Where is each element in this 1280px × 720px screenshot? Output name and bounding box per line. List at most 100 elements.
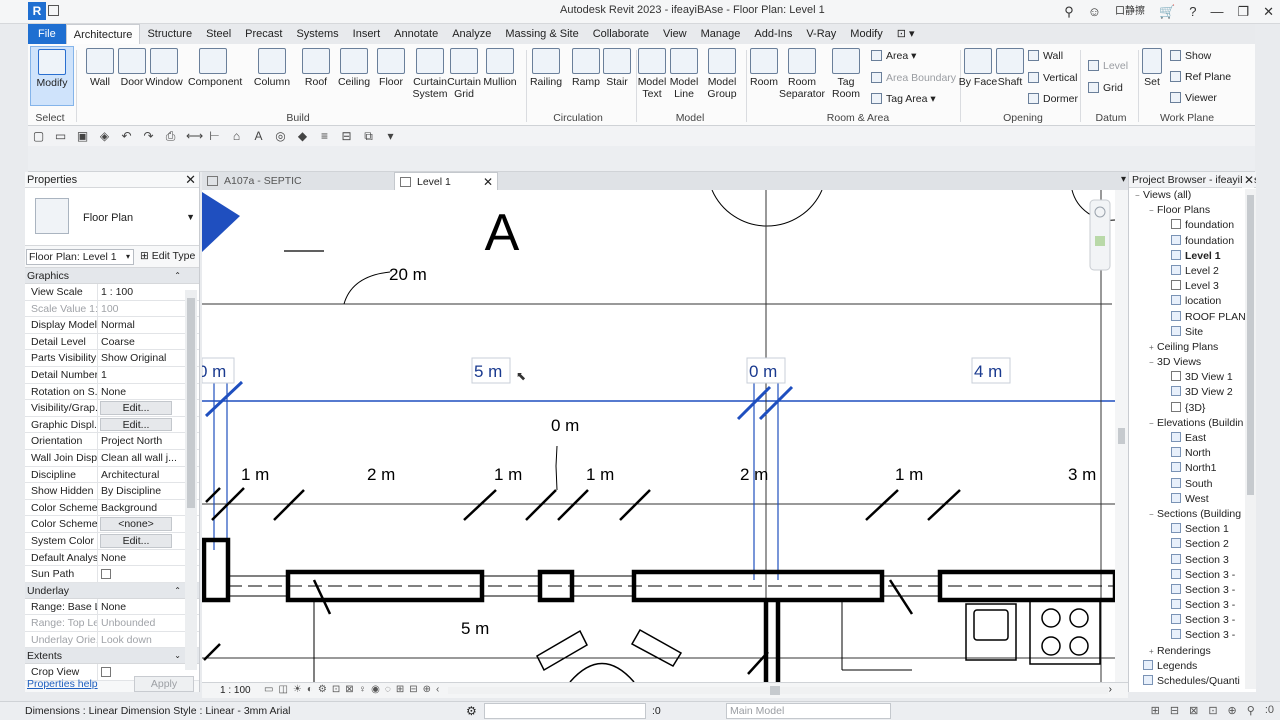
minimize-button[interactable]: — (1210, 2, 1223, 22)
property-value[interactable]: By Discipline (98, 483, 182, 499)
search-icon[interactable]: ⚲ (1064, 2, 1074, 22)
area-boundary-button[interactable]: Area Boundary (871, 72, 956, 84)
select-group-label[interactable]: Select (28, 112, 72, 124)
apply-button[interactable]: Apply (134, 676, 194, 692)
drawing-canvas[interactable]: A 20 m 0 m 5 m ⬉ 0 m 4 m 0 m 1 m 2 m 1 m… (202, 190, 1115, 682)
browser-item[interactable]: Section 2 (1129, 537, 1256, 552)
measure-icon[interactable]: ⟷ (186, 129, 203, 143)
browser-item[interactable]: ROOF PLAN (1129, 310, 1256, 325)
view-scale[interactable]: 1 : 100 (220, 685, 251, 696)
properties-help-link[interactable]: Properties help (27, 678, 98, 690)
type-selector[interactable]: Floor Plan ▼ (25, 188, 199, 246)
tab-insert[interactable]: Insert (346, 24, 388, 44)
component-button[interactable]: Component (188, 46, 242, 88)
property-edit-button[interactable]: Edit... (100, 417, 172, 432)
tab-menu-icon[interactable]: ▾ (1121, 174, 1126, 185)
dimension-label[interactable]: 5 m (474, 362, 502, 381)
tab-level-1[interactable]: Level 1 ✕ (394, 172, 498, 190)
railing-button[interactable]: Railing (524, 46, 568, 88)
property-checkbox[interactable] (98, 566, 182, 582)
tab-architecture[interactable]: Architecture (65, 24, 141, 44)
floor-button[interactable]: Floor (369, 46, 413, 88)
floor-plan-drawing[interactable]: A 20 m 0 m 5 m ⬉ 0 m 4 m 0 m 1 m 2 m 1 m… (202, 190, 1115, 682)
dormer-button[interactable]: Dormer (1028, 93, 1078, 105)
scroll-thumb[interactable] (187, 298, 195, 508)
mullion-button[interactable]: Mullion (478, 46, 522, 88)
scroll-thumb[interactable] (1247, 195, 1254, 495)
select-links-icon[interactable]: ⊞ (1151, 704, 1160, 717)
room-area-group-label[interactable]: Room & Area (788, 112, 928, 124)
dimension-label[interactable]: 4 m (974, 362, 1002, 381)
tab-v-ray[interactable]: V-Ray (799, 24, 843, 44)
close-tab-icon[interactable]: ✕ (483, 173, 493, 191)
edit-type-button[interactable]: ⊞ Edit Type (140, 250, 195, 262)
cart-icon[interactable]: 🛒 (1159, 2, 1175, 22)
set-button[interactable]: Set (1134, 46, 1170, 88)
reveal-hidden-icon[interactable]: ◌ (385, 684, 391, 695)
browser-item[interactable]: foundation (1129, 234, 1256, 249)
checkbox-icon[interactable] (101, 569, 111, 580)
tab-view[interactable]: View (656, 24, 694, 44)
area-button[interactable]: Area ▾ (871, 50, 916, 62)
property-value[interactable]: Architectural (98, 467, 182, 483)
property-value[interactable]: Show Original (98, 350, 182, 366)
tab-structure[interactable]: Structure (140, 24, 199, 44)
filter-icon[interactable]: ⚲ (1247, 704, 1255, 717)
window-button[interactable]: Window (142, 46, 186, 88)
browser-item[interactable]: −3D Views (1129, 355, 1256, 370)
show-button[interactable]: Show (1170, 50, 1211, 62)
tab-modify[interactable]: Modify (843, 24, 889, 44)
redo-icon[interactable]: ↷ (142, 129, 155, 143)
navigation-bar[interactable] (1089, 199, 1111, 271)
browser-item[interactable]: Section 1 (1129, 522, 1256, 537)
browser-item[interactable]: Section 3 (1129, 553, 1256, 568)
analytical-model-icon[interactable]: ⊟ (409, 684, 417, 695)
customize-qat-icon[interactable]: ▾ (384, 129, 397, 143)
browser-item[interactable]: Level 3 (1129, 279, 1256, 294)
contextual-tab-menu-icon[interactable]: ⊡ ▾ (890, 24, 922, 44)
browser-item[interactable]: Section 3 - (1129, 613, 1256, 628)
section-header-graphics[interactable]: Graphics ⌃ (25, 268, 199, 284)
property-value[interactable]: 1 (98, 367, 182, 383)
select-underlay-icon[interactable]: ⊟ (1170, 704, 1179, 717)
browser-item[interactable]: − Floor Plans (1129, 203, 1256, 218)
tag-area-button[interactable]: Tag Area ▾ (871, 93, 936, 105)
shadows-icon[interactable]: ◐ (307, 684, 313, 695)
modify-button[interactable]: Modify (30, 46, 74, 106)
tab-annotate[interactable]: Annotate (387, 24, 445, 44)
sun-path-icon[interactable]: ☀ (293, 684, 302, 695)
workset-dropdown[interactable] (484, 703, 646, 719)
browser-item[interactable]: {3D} (1129, 401, 1256, 416)
vertical-opening-button[interactable]: Vertical (1028, 72, 1077, 84)
browser-scrollbar[interactable] (1245, 189, 1256, 689)
property-value[interactable]: None (98, 384, 182, 400)
worksharing-icon[interactable]: ⊞ (396, 684, 404, 695)
browser-item[interactable]: Level 1 (1129, 249, 1256, 264)
close-icon[interactable]: ✕ (1241, 172, 1254, 188)
collapse-icon[interactable]: ⌃ (174, 268, 181, 284)
browser-item[interactable]: Legends (1129, 659, 1256, 674)
revit-logo-icon[interactable]: R (28, 2, 46, 20)
browser-item[interactable]: − Sections (Building (1129, 507, 1256, 522)
dimension-label[interactable]: 0 m (202, 362, 226, 381)
column-button[interactable]: Column (250, 46, 294, 88)
property-edit-button[interactable]: Edit... (100, 401, 172, 415)
instance-dropdown[interactable]: Floor Plan: Level 1 ▾ (26, 249, 134, 265)
select-by-face-icon[interactable]: ⊡ (1208, 704, 1217, 717)
collapse-icon[interactable]: − (1149, 355, 1157, 370)
lock-3d-icon[interactable]: ♀ (359, 684, 367, 695)
collapse-icon[interactable]: − (1135, 188, 1143, 203)
switch-windows-icon[interactable]: ⧉ (362, 129, 375, 144)
property-value[interactable]: Clean all wall j... (98, 450, 182, 466)
grid-button[interactable]: Grid (1088, 82, 1123, 94)
tag-icon[interactable]: ⌂ (230, 129, 243, 143)
chevron-down-icon[interactable]: ▼ (186, 212, 195, 222)
browser-item[interactable]: 3D View 2 (1129, 385, 1256, 400)
tag-room-button[interactable]: Tag Room (824, 46, 868, 100)
tab-steel[interactable]: Steel (199, 24, 238, 44)
browser-item[interactable]: − Elevations (Buildin (1129, 416, 1256, 431)
collapse-icon[interactable]: − (1149, 416, 1157, 431)
print-icon[interactable]: ⎙ (164, 129, 177, 144)
property-value[interactable]: Background (98, 500, 182, 516)
close-window-button[interactable]: ✕ (1263, 2, 1274, 22)
